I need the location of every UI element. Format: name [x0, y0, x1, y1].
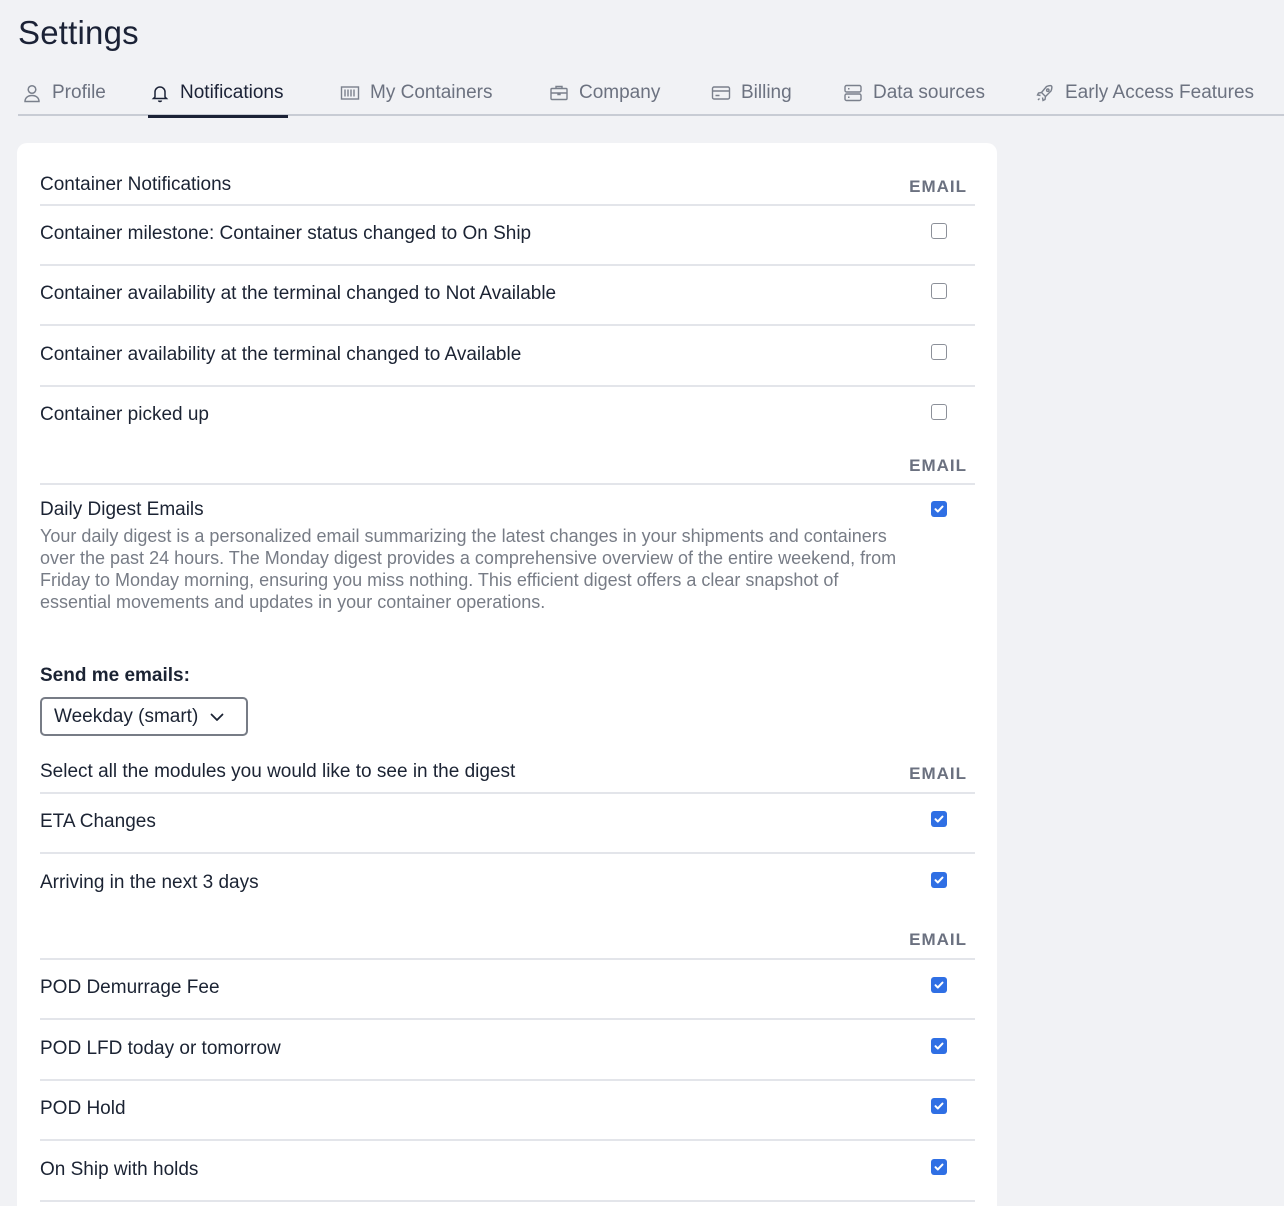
module-label: POD Demurrage Fee: [40, 977, 220, 998]
tab-label: Profile: [52, 82, 106, 103]
tab-billing[interactable]: Billing: [711, 78, 792, 116]
modules-header: Select all the modules you would like to…: [40, 755, 975, 794]
check-icon: [934, 981, 944, 989]
module-label: POD LFD today or tomorrow: [40, 1038, 281, 1059]
tab-my-containers[interactable]: My Containers: [340, 78, 493, 116]
container-notifications-header: Container Notifications EMAIL: [40, 143, 975, 206]
tab-label: Early Access Features: [1065, 82, 1255, 103]
tab-profile[interactable]: Profile: [22, 78, 106, 116]
email-checkbox[interactable]: [931, 811, 947, 827]
page-title: Settings: [18, 14, 139, 51]
container-icon: [340, 86, 360, 100]
list-item: POD LFD today or tomorrow: [40, 1021, 975, 1081]
list-item: ETA Changes: [40, 794, 975, 854]
send-emails-label: Send me emails:: [40, 665, 190, 686]
list-item: Container milestone: Container status ch…: [40, 206, 975, 266]
server-icon: [844, 84, 862, 102]
email-checkbox[interactable]: [931, 223, 947, 239]
send-frequency-value: Weekday (smart): [54, 705, 199, 727]
tab-company[interactable]: Company: [549, 78, 660, 116]
tab-label: Billing: [741, 82, 792, 103]
email-checkbox[interactable]: [931, 1159, 947, 1175]
pod-modules-header: EMAIL: [40, 915, 975, 960]
module-label: Arriving in the next 3 days: [40, 872, 259, 893]
email-column-header: EMAIL: [909, 930, 967, 949]
section-title: Container Notifications: [40, 174, 232, 195]
module-label: ETA Changes: [40, 811, 156, 832]
briefcase-icon: [550, 85, 568, 101]
send-frequency-select[interactable]: Weekday (smart): [40, 697, 248, 736]
email-column-header: EMAIL: [909, 456, 967, 475]
list-item: POD Demurrage Fee: [40, 960, 975, 1020]
daily-digest-title: Daily Digest Emails: [40, 499, 204, 520]
list-item: On Ship with holds: [40, 1142, 975, 1202]
tab-label: My Containers: [370, 82, 493, 103]
credit-card-icon: [711, 86, 731, 100]
notifications-card: Container Notifications EMAIL Container …: [17, 143, 997, 1206]
email-checkbox[interactable]: [931, 404, 947, 420]
notification-label: Container availability at the terminal c…: [40, 283, 557, 304]
section-title: Select all the modules you would like to…: [40, 761, 516, 782]
email-column-header: EMAIL: [909, 764, 967, 783]
check-icon: [934, 1163, 944, 1171]
notification-label: Container availability at the terminal c…: [40, 344, 522, 365]
email-checkbox[interactable]: [931, 344, 947, 360]
daily-digest-header: EMAIL: [40, 447, 975, 485]
check-icon: [934, 1102, 944, 1110]
email-column-header: EMAIL: [909, 177, 967, 196]
module-label: On Ship with holds: [40, 1159, 199, 1180]
daily-digest-description: Your daily digest is a personalized emai…: [40, 526, 897, 612]
list-item: Container picked up: [40, 387, 975, 447]
list-item: Arriving in the next 3 days: [40, 855, 975, 915]
bell-icon: [151, 86, 169, 103]
list-item: POD Hold: [40, 1081, 975, 1141]
check-icon: [934, 505, 944, 513]
list-item: Container availability at the terminal c…: [40, 327, 975, 387]
email-checkbox[interactable]: [931, 1098, 947, 1114]
email-checkbox[interactable]: [931, 977, 947, 993]
check-icon: [934, 1042, 944, 1050]
tab-label: Notifications: [180, 82, 284, 103]
module-label: POD Hold: [40, 1098, 126, 1119]
chevron-down-icon: [210, 713, 224, 721]
tab-early-access-features[interactable]: Early Access Features: [1035, 78, 1254, 116]
check-icon: [934, 876, 944, 884]
tab-notifications[interactable]: Notifications: [148, 78, 288, 118]
daily-digest-checkbox[interactable]: [931, 501, 947, 517]
notification-label: Container picked up: [40, 404, 209, 425]
settings-page: Settings Profile Notifications My Contai…: [0, 0, 1284, 1206]
notification-label: Container milestone: Container status ch…: [40, 223, 532, 244]
tab-label: Company: [579, 82, 661, 103]
list-item: Container availability at the terminal c…: [40, 266, 975, 326]
tab-data-sources[interactable]: Data sources: [843, 78, 985, 116]
email-checkbox[interactable]: [931, 283, 947, 299]
tab-label: Data sources: [873, 82, 985, 103]
user-icon: [24, 84, 40, 103]
email-checkbox[interactable]: [931, 1038, 947, 1054]
settings-tabs: Profile Notifications My Containers Comp…: [18, 78, 1284, 118]
check-icon: [934, 815, 944, 823]
rocket-icon: [1036, 84, 1053, 102]
email-checkbox[interactable]: [931, 872, 947, 888]
